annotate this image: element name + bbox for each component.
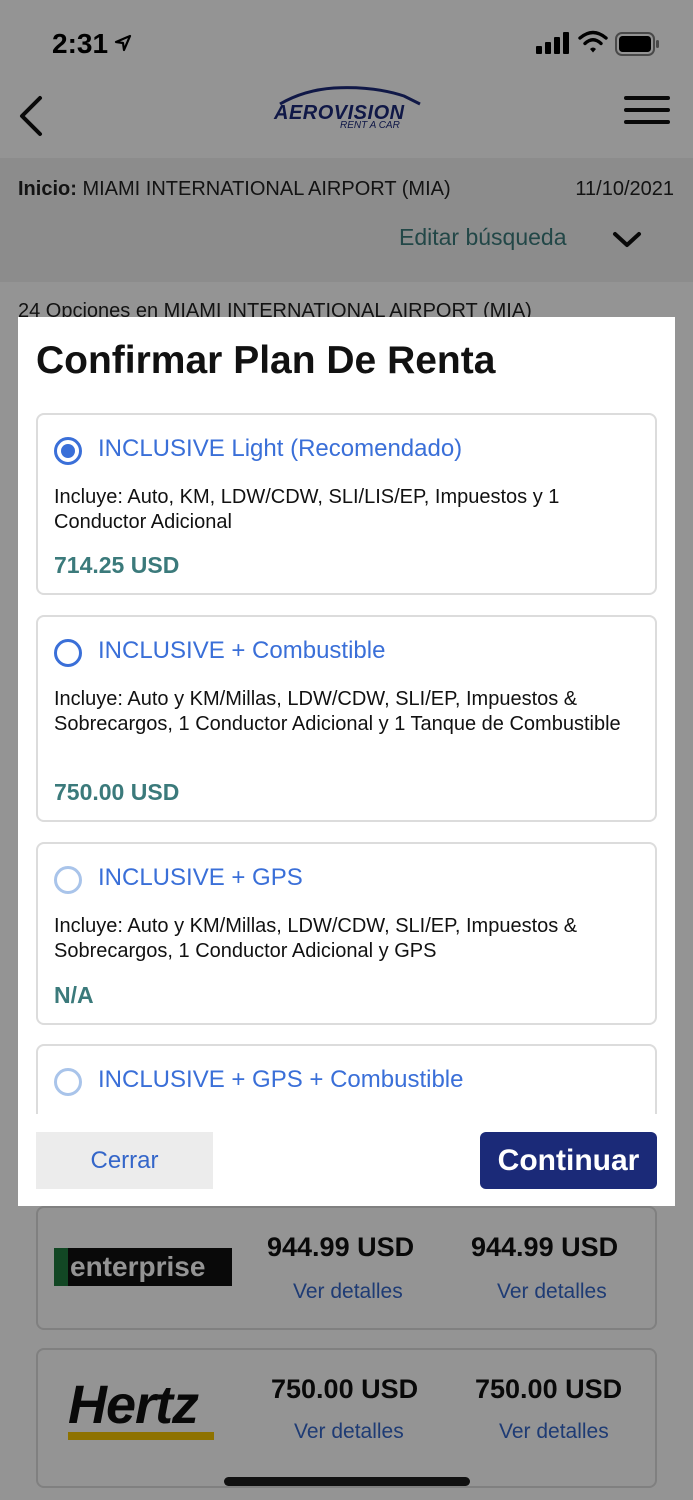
plan-price: 714.25 USD [54,552,180,578]
continue-button[interactable]: Continuar [480,1132,657,1189]
plan-option-inclusive-gps[interactable]: INCLUSIVE + GPS Incluye: Auto y KM/Milla… [36,842,657,1025]
home-indicator[interactable] [224,1477,470,1486]
plan-list[interactable]: INCLUSIVE Light (Recomendado) Incluye: A… [18,409,675,1114]
radio-button-disabled[interactable] [54,866,82,894]
radio-button[interactable] [54,639,82,667]
plan-name: INCLUSIVE + GPS + Combustible [98,1066,464,1093]
plan-description: Incluye: Auto y KM/Millas, LDW/CDW, SLI/… [54,915,578,962]
plan-name: INCLUSIVE + Combustible [98,637,386,664]
plan-description: Incluye: Auto y KM/Millas, LDW/CDW, SLI/… [54,688,621,735]
modal-title: Confirmar Plan De Renta [36,339,496,382]
plan-price: 750.00 USD [54,779,180,805]
plan-name: INCLUSIVE Light (Recomendado) [98,435,463,462]
radio-button-disabled[interactable] [54,1068,82,1096]
plan-price: N/A [54,982,94,1008]
modal-footer: Cerrar Continuar [18,1114,675,1206]
plan-option-inclusive-combustible[interactable]: INCLUSIVE + Combustible Incluye: Auto y … [36,615,657,822]
plan-description: Incluye: Auto, KM, LDW/CDW, SLI/LIS/EP, … [54,486,560,533]
close-button[interactable]: Cerrar [36,1132,213,1189]
radio-button-selected[interactable] [54,437,82,465]
rental-plan-modal: Confirmar Plan De Renta INCLUSIVE Light … [18,317,675,1206]
plan-option-inclusive-light[interactable]: INCLUSIVE Light (Recomendado) Incluye: A… [36,413,657,595]
plan-name: INCLUSIVE + GPS [98,864,303,891]
plan-option-inclusive-gps-combustible[interactable]: INCLUSIVE + GPS + Combustible [36,1044,657,1114]
